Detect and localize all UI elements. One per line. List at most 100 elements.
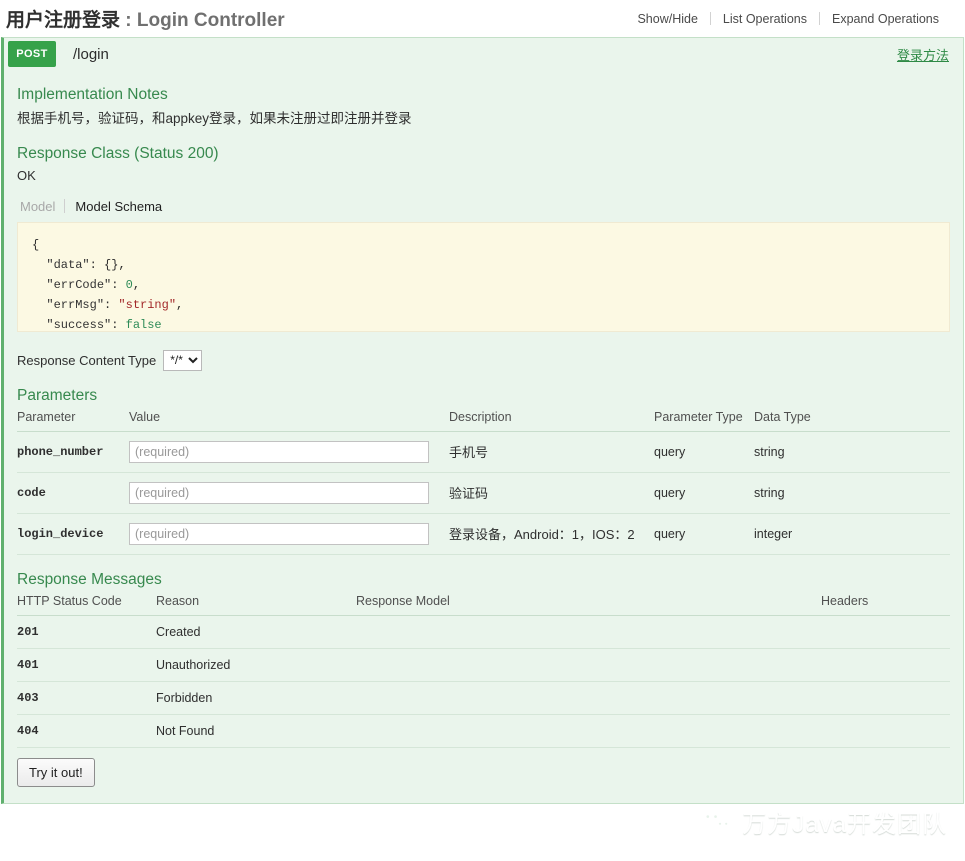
status-reason: Forbidden (156, 681, 356, 715)
parameter-data-type: string (754, 472, 950, 514)
resource-header: 用户注册登录 : Login Controller Show/Hide List… (0, 0, 965, 37)
model-tab-group: Model Model Schema (20, 199, 950, 214)
show-hide-link[interactable]: Show/Hide (625, 12, 709, 26)
model-schema-json: { "data": {}, "errCode": 0, "errMsg": "s… (17, 221, 950, 332)
parameter-description: 登录设备，Android：1，IOS：2 (449, 513, 654, 555)
json-comma: , (176, 298, 184, 313)
json-key: "errCode" (46, 277, 112, 292)
parameter-value-cell (129, 513, 449, 555)
column-header-http-status-code: HTTP Status Code (17, 593, 156, 616)
table-row: 403 Forbidden (17, 681, 950, 715)
status-response-model (356, 615, 821, 649)
page-title: 用户注册登录 : Login Controller (6, 5, 285, 32)
json-value: 0 (125, 277, 133, 292)
http-method-badge: POST (8, 41, 56, 67)
response-content-type-label: Response Content Type (17, 352, 157, 368)
json-comma: , (118, 257, 126, 272)
response-class-heading: Response Class (Status 200) (17, 144, 219, 162)
table-row: phone_number 手机号 query string (17, 431, 950, 473)
column-header-response-model: Response Model (356, 593, 821, 616)
parameter-name: login_device (17, 513, 129, 555)
response-content-type-row: Response Content Type */* (17, 349, 950, 371)
response-messages-table: HTTP Status Code Reason Response Model H… (17, 593, 950, 748)
status-code: 401 (17, 648, 156, 682)
json-line: "errMsg": "string", (46, 298, 184, 313)
parameter-type: query (654, 431, 754, 473)
table-row: 401 Unauthorized (17, 648, 950, 682)
response-messages-heading: Response Messages (17, 570, 162, 588)
response-header-row: HTTP Status Code Reason Response Model H… (17, 593, 950, 616)
json-comma: , (132, 277, 141, 292)
json-line: "data": {}, (46, 257, 126, 272)
status-response-model (356, 681, 821, 715)
implementation-notes-heading: Implementation Notes (17, 86, 168, 103)
json-open-brace: { (32, 237, 40, 252)
parameter-data-type: string (754, 431, 950, 473)
watermark-text: 万方Java开发团队 (742, 811, 947, 838)
column-header-description: Description (449, 409, 654, 432)
wechat-icon (701, 809, 733, 834)
login-device-input[interactable] (129, 522, 429, 545)
list-operations-link[interactable]: List Operations (711, 12, 819, 26)
column-header-data-type: Data Type (754, 409, 950, 432)
status-response-model (356, 648, 821, 682)
parameter-type: query (654, 513, 754, 555)
resource-title-cn: 用户注册登录 (6, 10, 121, 31)
column-header-value: Value (129, 409, 449, 432)
operation-summary[interactable]: 登录方法 (897, 45, 949, 64)
parameter-description: 验证码 (449, 472, 654, 514)
phone-number-input[interactable] (129, 440, 429, 463)
resource-actions: Show/Hide List Operations Expand Operati… (625, 12, 951, 26)
response-content-type-select[interactable]: */* (163, 349, 203, 371)
parameter-value-cell (129, 431, 449, 473)
status-reason: Created (156, 615, 356, 649)
title-separator: : (120, 10, 137, 31)
json-value: false (125, 318, 162, 332)
table-row: 404 Not Found (17, 714, 950, 748)
status-headers (821, 615, 950, 649)
tab-model[interactable]: Model (20, 199, 64, 214)
parameters-header-row: Parameter Value Description Parameter Ty… (17, 409, 950, 432)
status-code: 404 (17, 714, 156, 748)
status-code: 403 (17, 681, 156, 715)
response-class-description: OK (17, 167, 36, 183)
json-line: "success": false (46, 318, 162, 332)
operation-path[interactable]: /login (73, 46, 897, 63)
column-header-parameter: Parameter (17, 409, 129, 432)
operation-login: POST /login 登录方法 Implementation Notes 根据… (1, 37, 964, 804)
status-headers (821, 714, 950, 748)
column-header-headers: Headers (821, 593, 950, 616)
status-reason: Unauthorized (156, 648, 356, 682)
submit-row: Try it out! (17, 757, 950, 787)
expand-operations-link[interactable]: Expand Operations (820, 12, 951, 26)
parameter-type: query (654, 472, 754, 514)
code-input[interactable] (129, 481, 429, 504)
parameter-data-type: integer (754, 513, 950, 555)
parameter-description: 手机号 (449, 431, 654, 473)
parameter-name: code (17, 472, 129, 514)
status-headers (821, 681, 950, 715)
operation-heading-bar[interactable]: POST /login 登录方法 (4, 38, 963, 70)
table-row: code 验证码 query string (17, 472, 950, 514)
table-row: login_device 登录设备，Android：1，IOS：2 query … (17, 513, 950, 555)
resource-title-en: Login Controller (136, 10, 285, 31)
tab-model-schema[interactable]: Model Schema (65, 199, 162, 214)
json-value: {} (104, 257, 119, 272)
status-response-model (356, 714, 821, 748)
json-key: "errMsg" (46, 298, 105, 313)
json-value: "string" (118, 298, 177, 313)
table-row: 201 Created (17, 615, 950, 649)
json-key: "success" (46, 318, 112, 332)
parameters-table: Parameter Value Description Parameter Ty… (17, 409, 950, 555)
json-line: "errCode": 0, (46, 277, 141, 292)
column-header-parameter-type: Parameter Type (654, 409, 754, 432)
watermark: 万方Java开发团队 (699, 804, 947, 839)
parameter-name: phone_number (17, 431, 129, 473)
operation-body: Implementation Notes 根据手机号，验证码，和appkey登录… (4, 86, 963, 803)
parameters-heading: Parameters (17, 386, 98, 404)
json-key: "data" (46, 257, 90, 272)
status-reason: Not Found (156, 714, 356, 748)
column-header-reason: Reason (156, 593, 356, 616)
try-it-out-button[interactable]: Try it out! (17, 757, 95, 787)
parameter-value-cell (129, 472, 449, 514)
